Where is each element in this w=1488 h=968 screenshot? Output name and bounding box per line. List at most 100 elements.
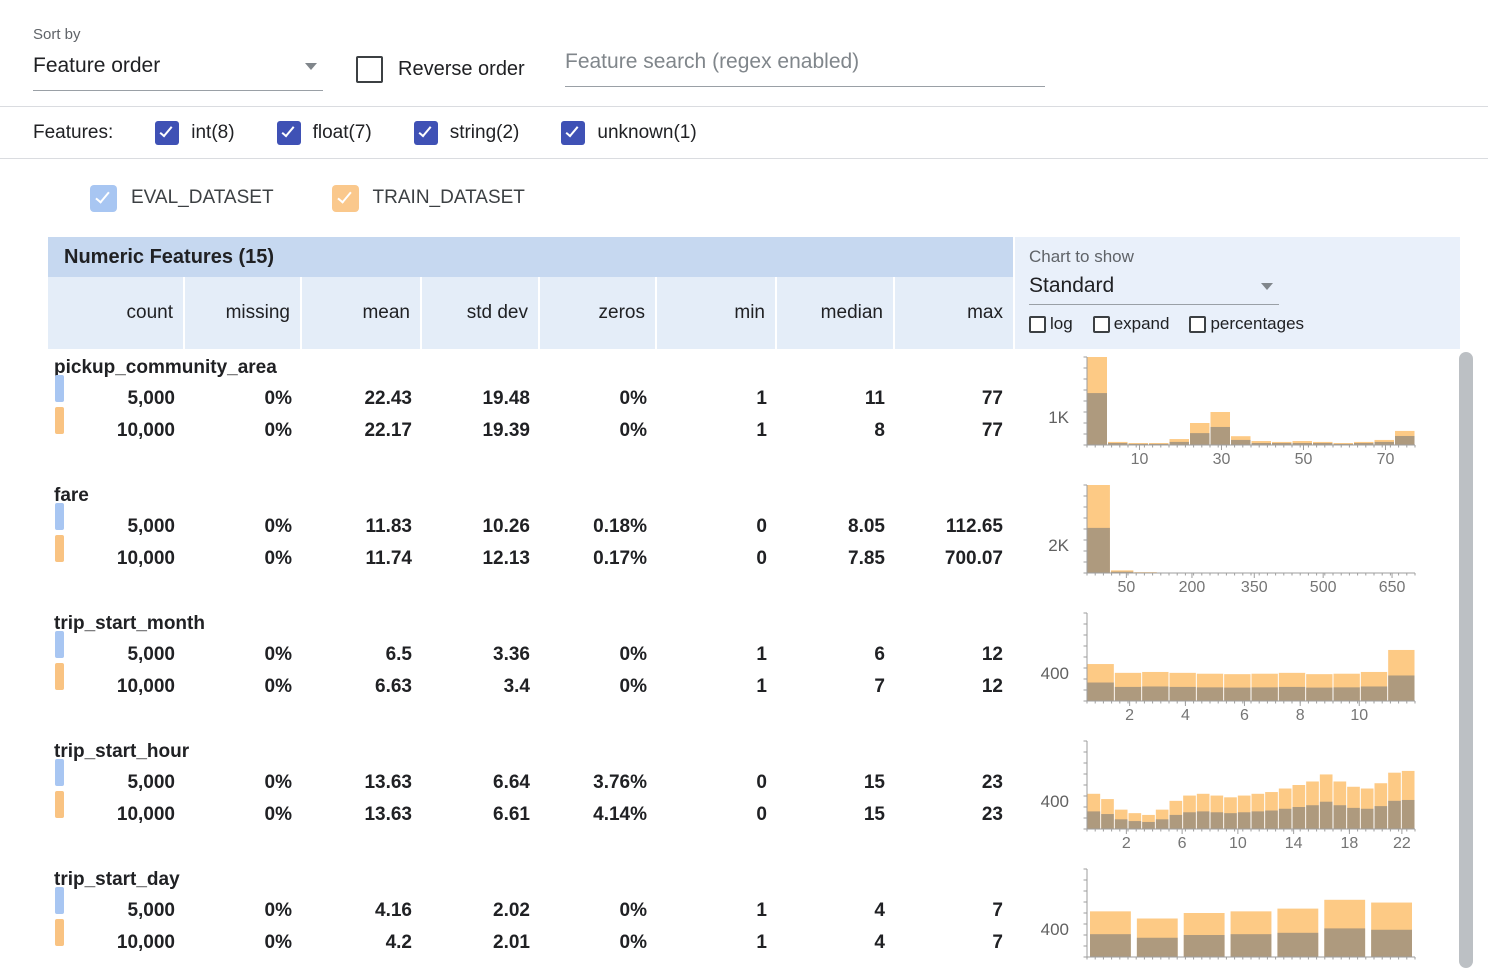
stat-cell: 5,000	[48, 900, 185, 922]
stat-cell: 1	[657, 388, 777, 410]
chart-type-select[interactable]: Standard	[1029, 274, 1279, 305]
checkbox-checked-icon	[332, 185, 359, 212]
chevron-down-icon	[1261, 283, 1273, 290]
svg-text:22: 22	[1393, 835, 1411, 852]
checkbox-unchecked-icon	[356, 56, 383, 83]
filter-string[interactable]: string(2)	[414, 121, 520, 145]
stats-row-eval: 5,0000%22.4319.480%11177	[48, 383, 1013, 415]
stat-cell: 6.63	[302, 676, 422, 698]
stats-row-train: 10,0000%4.22.010%147	[48, 927, 1013, 959]
sort-select-value: Feature order	[33, 54, 160, 78]
feature-chart: 400	[1013, 861, 1460, 967]
checkbox-checked-icon	[414, 121, 438, 145]
check-icon	[281, 123, 294, 137]
stat-cell: 10,000	[48, 676, 185, 698]
stat-cell: 5,000	[48, 772, 185, 794]
stat-cell: 8	[777, 420, 895, 442]
reverse-order-label: Reverse order	[398, 58, 525, 81]
stat-cell: 0%	[540, 932, 657, 954]
check-icon	[337, 188, 351, 203]
stat-cell: 10,000	[48, 548, 185, 570]
toggle-log-label: log	[1050, 314, 1073, 334]
filter-float[interactable]: float(7)	[277, 121, 372, 145]
feature-search-input[interactable]	[565, 50, 1045, 87]
stats-row-eval: 5,0000%4.162.020%147	[48, 895, 1013, 927]
check-icon	[160, 123, 173, 137]
stat-cell: 77	[895, 420, 1013, 442]
check-icon	[566, 123, 579, 137]
svg-text:4: 4	[1181, 707, 1190, 724]
feature-chart: 400246810	[1013, 605, 1460, 733]
stat-cell: 0	[657, 804, 777, 826]
stat-cell: 700.07	[895, 548, 1013, 570]
stat-cell: 4.14%	[540, 804, 657, 826]
checkbox-checked-icon	[90, 185, 117, 212]
table-header: Numeric Features (15) count missing mean…	[48, 237, 1460, 349]
stats-row-eval: 5,0000%6.53.360%1612	[48, 639, 1013, 671]
stat-cell: 13.63	[302, 772, 422, 794]
svg-text:650: 650	[1379, 579, 1406, 596]
stat-cell: 6.61	[422, 804, 540, 826]
feature-block: trip_start_month5,0000%6.53.360%161210,0…	[48, 605, 1460, 733]
feature-stats: fare5,0000%11.8310.260.18%08.05112.6510,…	[48, 477, 1013, 605]
filter-int[interactable]: int(8)	[155, 121, 234, 145]
feature-name: trip_start_day	[48, 867, 1013, 895]
stat-cell: 10,000	[48, 804, 185, 826]
eval-color-chip	[55, 759, 64, 786]
stat-cell: 1	[657, 644, 777, 666]
facets-overview: Sort by Feature order Reverse order Feat…	[0, 0, 1488, 968]
chart-y-axis-label: 1K	[1013, 408, 1069, 428]
stat-cell: 22.43	[302, 388, 422, 410]
feature-block: pickup_community_area5,0000%22.4319.480%…	[48, 349, 1460, 477]
filter-int-label: int(8)	[191, 122, 234, 144]
train-dataset-label: TRAIN_DATASET	[373, 187, 525, 209]
stat-cell: 0	[657, 516, 777, 538]
feature-name: trip_start_month	[48, 611, 1013, 639]
stat-cell: 0%	[540, 644, 657, 666]
toggle-log[interactable]: log	[1029, 314, 1073, 334]
chart-toggles: log expand percentages	[1029, 314, 1460, 334]
stat-cell: 112.65	[895, 516, 1013, 538]
checkbox-checked-icon	[277, 121, 301, 145]
train-color-chip	[55, 663, 64, 690]
chart-type-value: Standard	[1029, 274, 1114, 298]
stat-cell: 10,000	[48, 932, 185, 954]
chevron-down-icon	[305, 63, 317, 70]
toggle-percentages[interactable]: percentages	[1189, 314, 1304, 334]
stat-cell: 6	[777, 644, 895, 666]
feature-chart: 1K10305070	[1013, 349, 1460, 477]
numeric-features-header: Numeric Features (15)	[48, 237, 1013, 277]
feature-name: fare	[48, 483, 1013, 511]
checkbox-unchecked-icon	[1189, 316, 1206, 333]
stat-cell: 13.63	[302, 804, 422, 826]
stat-cell: 0.18%	[540, 516, 657, 538]
chart-y-axis-label: 400	[1013, 664, 1069, 684]
svg-text:30: 30	[1213, 451, 1231, 468]
stat-cell: 15	[777, 772, 895, 794]
checkbox-checked-icon	[561, 121, 585, 145]
train-color-chip	[55, 791, 64, 818]
chart-to-show-label: Chart to show	[1029, 247, 1460, 267]
stat-cell: 11.74	[302, 548, 422, 570]
reverse-order-checkbox[interactable]: Reverse order	[356, 56, 525, 83]
toggle-expand[interactable]: expand	[1093, 314, 1170, 334]
train-dataset-checkbox[interactable]: TRAIN_DATASET	[332, 185, 525, 212]
train-color-chip	[55, 535, 64, 562]
col-header-mean: mean	[302, 277, 422, 349]
svg-text:10: 10	[1350, 707, 1368, 724]
eval-color-chip	[55, 375, 64, 402]
filter-unknown[interactable]: unknown(1)	[561, 121, 696, 145]
histogram-fare: 50200350500650	[1075, 481, 1435, 599]
stat-cell: 0%	[185, 932, 302, 954]
svg-text:8: 8	[1296, 707, 1305, 724]
checkbox-unchecked-icon	[1029, 316, 1046, 333]
feature-block: fare5,0000%11.8310.260.18%08.05112.6510,…	[48, 477, 1460, 605]
col-header-median: median	[777, 277, 895, 349]
col-header-min: min	[657, 277, 777, 349]
filter-float-label: float(7)	[313, 122, 372, 144]
svg-text:350: 350	[1241, 579, 1268, 596]
vertical-scrollbar[interactable]	[1459, 352, 1473, 968]
sort-select[interactable]: Feature order	[33, 54, 323, 91]
stat-cell: 0	[657, 772, 777, 794]
eval-dataset-checkbox[interactable]: EVAL_DATASET	[90, 185, 274, 212]
